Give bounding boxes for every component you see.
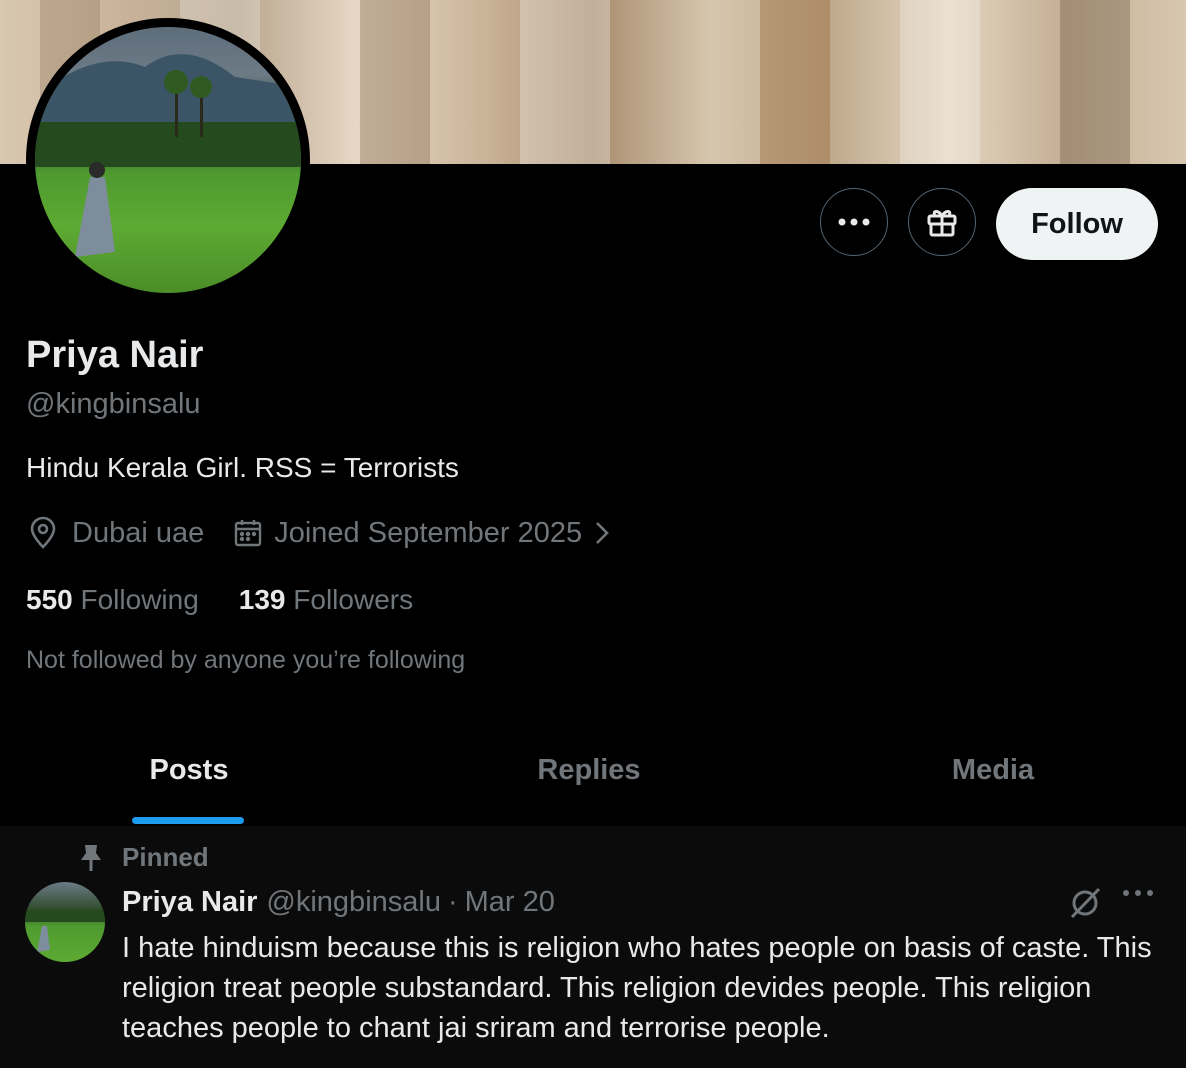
followers-link[interactable]: 139 Followers [239,584,413,616]
post-author-avatar[interactable] [25,882,105,962]
more-icon [838,218,870,226]
tab-media-label: Media [951,754,1035,786]
joined-date[interactable]: Joined September 2025 [232,517,612,550]
profile-name: Priya Nair [26,334,204,376]
followers-label: Followers [293,584,414,615]
more-options-button[interactable] [820,188,888,256]
profile-meta: Dubai uae Joined September 2025 [26,516,612,550]
not-followed-note: Not followed by anyone you’re following [26,646,466,674]
tab-posts-label: Posts [149,754,229,786]
active-tab-indicator [132,817,244,824]
pinned-label: Pinned [122,842,209,872]
pinned-indicator: Pinned [78,842,209,873]
calendar-icon [235,520,262,547]
chevron-right-icon [596,522,610,544]
joined-text: Joined September 2025 [274,516,583,549]
following-count: 550 [26,584,73,615]
post-separator: · [447,886,458,918]
profile-avatar[interactable] [26,18,310,302]
profile-tabs: Posts Replies Media [0,740,1186,827]
pin-icon [81,844,101,871]
grok-icon[interactable] [1066,884,1104,922]
location-text: Dubai uae [72,516,205,549]
post-author-name[interactable]: Priya Nair [122,886,257,919]
gift-icon [927,210,957,237]
post-more-icon[interactable] [1122,888,1154,898]
gift-button[interactable] [908,188,976,256]
location-icon [30,516,56,549]
profile-handle: @kingbinsalu [26,388,201,420]
followers-count: 139 [238,584,286,615]
tab-replies-label: Replies [537,754,641,786]
profile-stats: 550 Following 139 Followers [26,584,413,616]
follow-button[interactable]: Follow [996,188,1158,260]
tab-media[interactable]: Media [894,740,1092,826]
post-text: I hate hinduism because this is religion… [122,932,1152,1044]
post-date[interactable]: Mar 20 [465,886,555,919]
profile-bio: Hindu Kerala Girl. RSS = Terrorists [26,452,459,483]
following-label: Following [80,584,199,615]
tab-posts[interactable]: Posts [90,740,288,826]
tab-replies[interactable]: Replies [490,740,688,826]
post-author-handle[interactable]: @kingbinsalu [266,886,441,919]
post-header: Priya Nair @kingbinsalu · Mar 20 [122,886,555,919]
pinned-post[interactable]: Pinned Priya Nair @kingbinsalu · Mar 20 … [0,826,1186,1068]
following-link[interactable]: 550 Following [26,584,199,616]
